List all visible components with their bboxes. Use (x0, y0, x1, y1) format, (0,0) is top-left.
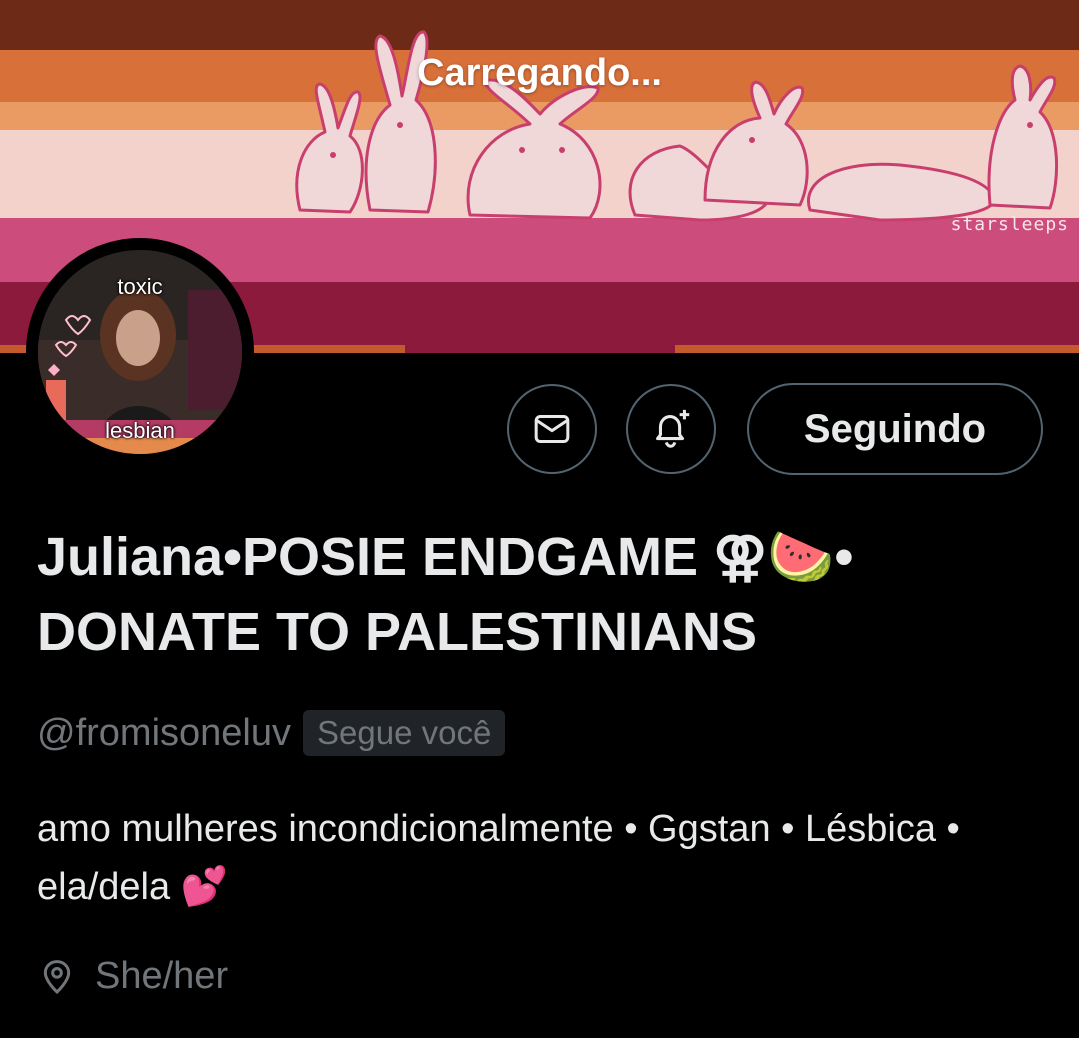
follows-you-badge: Segue você (303, 710, 506, 756)
display-name: Juliana•POSIE ENDGAME ⚢🍉• DONATE TO PALE… (37, 527, 854, 662)
banner-divider (675, 345, 1079, 353)
location-pin-icon (43, 959, 71, 994)
location-text: She/her (95, 955, 229, 997)
following-button[interactable]: Seguindo (747, 383, 1043, 475)
profile-bio: amo mulheres incondicionalmente • Ggstan… (37, 808, 960, 908)
message-button[interactable] (507, 384, 597, 474)
avatar-caption-top: toxic (117, 274, 163, 299)
banner-watermark: starsleeps (950, 214, 1069, 235)
notify-button[interactable] (626, 384, 716, 474)
location-row: She/her (37, 955, 228, 998)
handle-row: @fromisoneluv Segue você (37, 706, 506, 760)
bell-plus-icon (656, 409, 690, 448)
partial-icon (44, 1028, 78, 1038)
envelope-icon (534, 415, 570, 443)
avatar-caption-bottom: lesbian (105, 418, 175, 443)
profile-avatar[interactable]: toxic lesbian (26, 238, 254, 466)
avatar-image: toxic lesbian (38, 250, 242, 454)
loading-text: Carregando... (417, 52, 662, 94)
username-handle: @fromisoneluv (37, 711, 291, 754)
profile-screen: Carregando... starsleeps toxic lesbian S… (0, 0, 1079, 1038)
